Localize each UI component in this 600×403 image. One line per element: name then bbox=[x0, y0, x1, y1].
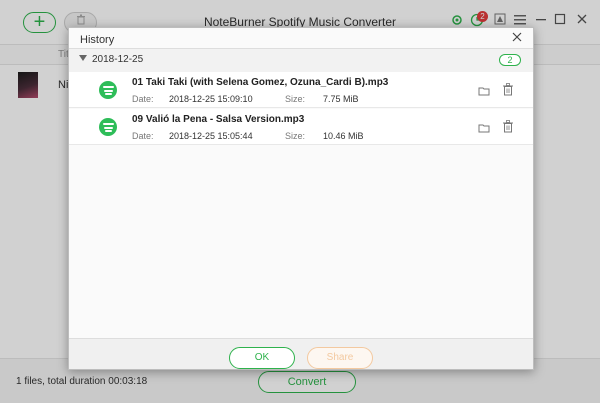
history-item[interactable]: 09 Valió la Pena - Salsa Version.mp3 Dat… bbox=[69, 109, 533, 145]
close-icon[interactable] bbox=[510, 31, 524, 45]
group-date: 2018-12-25 bbox=[92, 54, 144, 65]
trash-icon[interactable] bbox=[502, 83, 514, 96]
date-label: Date: bbox=[132, 94, 154, 104]
dialog-button-bar: OK Share bbox=[69, 338, 533, 369]
size-value: 7.75 MiB bbox=[323, 94, 359, 104]
spotify-icon bbox=[99, 81, 117, 99]
size-label: Size: bbox=[285, 131, 306, 141]
date-value: 2018-12-25 15:09:10 bbox=[169, 94, 253, 104]
file-name: 09 Valió la Pena - Salsa Version.mp3 bbox=[132, 114, 305, 125]
date-label: Date: bbox=[132, 131, 154, 141]
share-button[interactable]: Share bbox=[307, 347, 373, 369]
history-item[interactable]: 01 Taki Taki (with Selena Gomez, Ozuna_C… bbox=[69, 72, 533, 108]
date-value: 2018-12-25 15:05:44 bbox=[169, 131, 253, 141]
spotify-icon bbox=[99, 118, 117, 136]
folder-icon[interactable] bbox=[478, 121, 490, 133]
file-name: 01 Taki Taki (with Selena Gomez, Ozuna_C… bbox=[132, 77, 389, 88]
collapse-arrow-icon[interactable] bbox=[79, 55, 87, 61]
history-dialog: History 2018-12-25 2 01 Taki Taki (with … bbox=[68, 27, 534, 370]
size-value: 10.46 MiB bbox=[323, 131, 364, 141]
date-group-header[interactable]: 2018-12-25 2 bbox=[69, 49, 533, 72]
trash-icon[interactable] bbox=[502, 120, 514, 133]
size-label: Size: bbox=[285, 94, 306, 104]
folder-icon[interactable] bbox=[478, 84, 490, 96]
group-count-badge: 2 bbox=[499, 54, 521, 66]
ok-button[interactable]: OK bbox=[229, 347, 295, 369]
dialog-title: History bbox=[80, 34, 115, 46]
